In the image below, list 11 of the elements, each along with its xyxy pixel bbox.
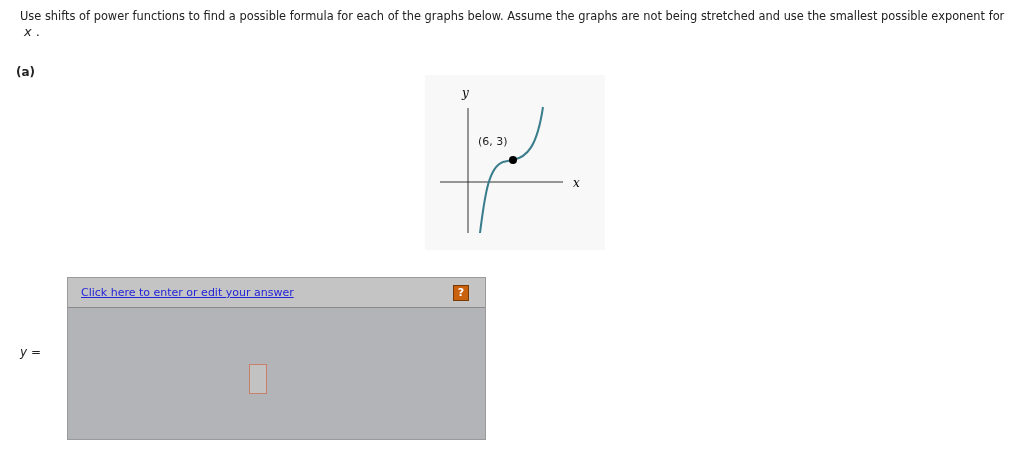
axis-label: x <box>573 176 580 190</box>
equation-label: y = <box>20 345 41 359</box>
point-marker <box>509 156 517 164</box>
edit-answer-link[interactable]: Click here to enter or edit your answer <box>81 286 294 299</box>
answer-field[interactable] <box>248 363 267 394</box>
instruction-text: Use shifts of power functions to find a possible formula for each of the graphs below. Assume the graphs are not being stretched and use the smallest possible exponent for <box>20 9 1006 23</box>
point-label: (6, 3) <box>478 135 508 148</box>
part-label: (a) <box>16 65 36 79</box>
variable-note: x . <box>24 24 40 39</box>
help-button[interactable]: ? <box>453 284 469 301</box>
axis-label: y <box>462 86 469 100</box>
